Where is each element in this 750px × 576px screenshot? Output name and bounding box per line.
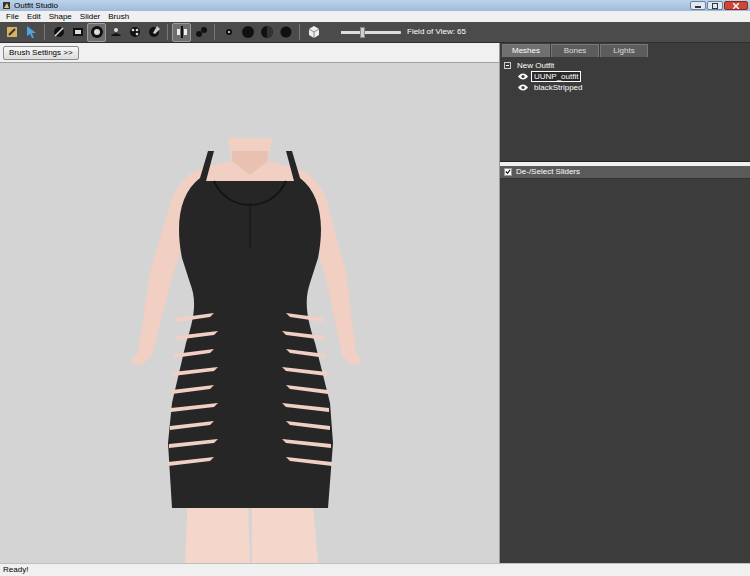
toolbar-separator <box>299 24 300 40</box>
move-icon <box>127 24 143 40</box>
panel-tabs: Meshes Bones Lights <box>500 43 750 57</box>
eye-icon[interactable] <box>518 84 528 91</box>
toolbar-separator <box>167 24 168 40</box>
outfit-model-render <box>0 63 499 563</box>
window-controls <box>689 1 748 10</box>
tree-root-label: New Outfit <box>514 60 557 71</box>
panel-tab[interactable]: Lights <box>600 44 648 57</box>
tree-item-label: UUNP_outfit <box>531 71 581 82</box>
toolbar: Field of View: 65 <box>0 22 750 43</box>
minus-mark <box>506 65 509 66</box>
outfit-studio-window: Outfit StudioFileEditShapeSliderBrush Fie… <box>0 0 750 576</box>
window-title: Outfit Studio <box>14 0 689 11</box>
sliders-label: De-/Select Sliders <box>516 167 580 177</box>
status-bar: Ready! <box>0 563 750 576</box>
close-icon <box>733 3 739 9</box>
brush-bar: Brush Settings >> <box>0 43 499 62</box>
shaded-sphere-icon <box>259 24 275 40</box>
viewport[interactable] <box>0 62 499 563</box>
tree-root[interactable]: New Outfit <box>504 60 746 71</box>
viewport-panel: Brush Settings >> <box>0 43 500 563</box>
eye-icon[interactable] <box>518 73 528 80</box>
mesh-tree: New OutfitUUNP_outfitblackStripped <box>500 57 750 162</box>
toolbar-separator <box>44 24 45 40</box>
tool-button[interactable] <box>87 23 106 42</box>
minimize-icon <box>695 4 701 8</box>
brush-settings-button[interactable]: Brush Settings >> <box>3 46 79 60</box>
panel-tab[interactable]: Meshes <box>502 44 550 57</box>
tool-button[interactable] <box>191 23 210 42</box>
menu-bar: FileEditShapeSliderBrush <box>0 11 750 22</box>
tool-button[interactable] <box>21 23 40 42</box>
fov-label: Field of View: 65 <box>407 27 466 37</box>
app-icon <box>2 1 11 10</box>
cube-icon <box>306 24 322 40</box>
panel-tab[interactable]: Bones <box>551 44 599 57</box>
tool-button[interactable] <box>125 23 144 42</box>
smooth-icon <box>108 24 124 40</box>
tool-button[interactable] <box>238 23 257 42</box>
select-icon <box>4 24 20 40</box>
toolbar-separator <box>214 24 215 40</box>
menu-item[interactable]: Brush <box>104 11 133 22</box>
maximize-button[interactable] <box>707 1 723 10</box>
tab-label: Bones <box>564 46 587 55</box>
minimize-button[interactable] <box>690 1 706 10</box>
tool-button[interactable] <box>2 23 21 42</box>
tool-button[interactable] <box>276 23 295 42</box>
menu-item[interactable]: File <box>2 11 23 22</box>
menu-item[interactable]: Shape <box>45 11 76 22</box>
small-sphere-icon <box>221 24 237 40</box>
fov-slider[interactable] <box>341 31 401 34</box>
tree-item[interactable]: UUNP_outfit <box>504 71 746 82</box>
select-sliders-checkbox[interactable] <box>504 168 512 176</box>
smooth-sphere-icon <box>278 24 294 40</box>
menu-item[interactable]: Edit <box>23 11 45 22</box>
maximize-icon <box>712 3 718 9</box>
transform-icon <box>146 24 162 40</box>
brush-icon <box>51 24 67 40</box>
menu-item[interactable]: Slider <box>76 11 104 22</box>
pointer-icon <box>23 24 39 40</box>
tool-button[interactable] <box>304 23 323 42</box>
sphere-icon <box>240 24 256 40</box>
tool-button[interactable] <box>144 23 163 42</box>
expander-icon[interactable] <box>504 62 511 69</box>
tab-label: Lights <box>613 46 634 55</box>
mirror-icon <box>174 24 190 40</box>
tool-button[interactable] <box>219 23 238 42</box>
connected-icon <box>193 24 209 40</box>
tool-button[interactable] <box>106 23 125 42</box>
tool-button[interactable] <box>172 23 191 42</box>
sliders-header: De-/Select Sliders <box>500 166 750 179</box>
main-area: Brush Settings >> Meshes Bones Lights New Ou… <box>0 43 750 563</box>
tool-button[interactable] <box>68 23 87 42</box>
inflate-icon <box>89 24 105 40</box>
fov-slider-thumb[interactable] <box>360 27 365 38</box>
tree-item[interactable]: blackStripped <box>504 82 746 93</box>
tool-button[interactable] <box>49 23 68 42</box>
tab-label: Meshes <box>512 46 540 55</box>
mask-icon <box>70 24 86 40</box>
title-bar: Outfit Studio <box>0 0 750 11</box>
tool-button[interactable] <box>257 23 276 42</box>
sliders-panel: De-/Select Sliders <box>500 166 750 563</box>
tree-item-label: blackStripped <box>531 82 585 93</box>
side-panel: Meshes Bones Lights New OutfitUUNP_outfitbl… <box>500 43 750 563</box>
status-text: Ready! <box>3 565 28 574</box>
check-icon <box>505 168 511 175</box>
fov-slider-fill <box>341 31 362 34</box>
close-button[interactable] <box>724 1 748 10</box>
